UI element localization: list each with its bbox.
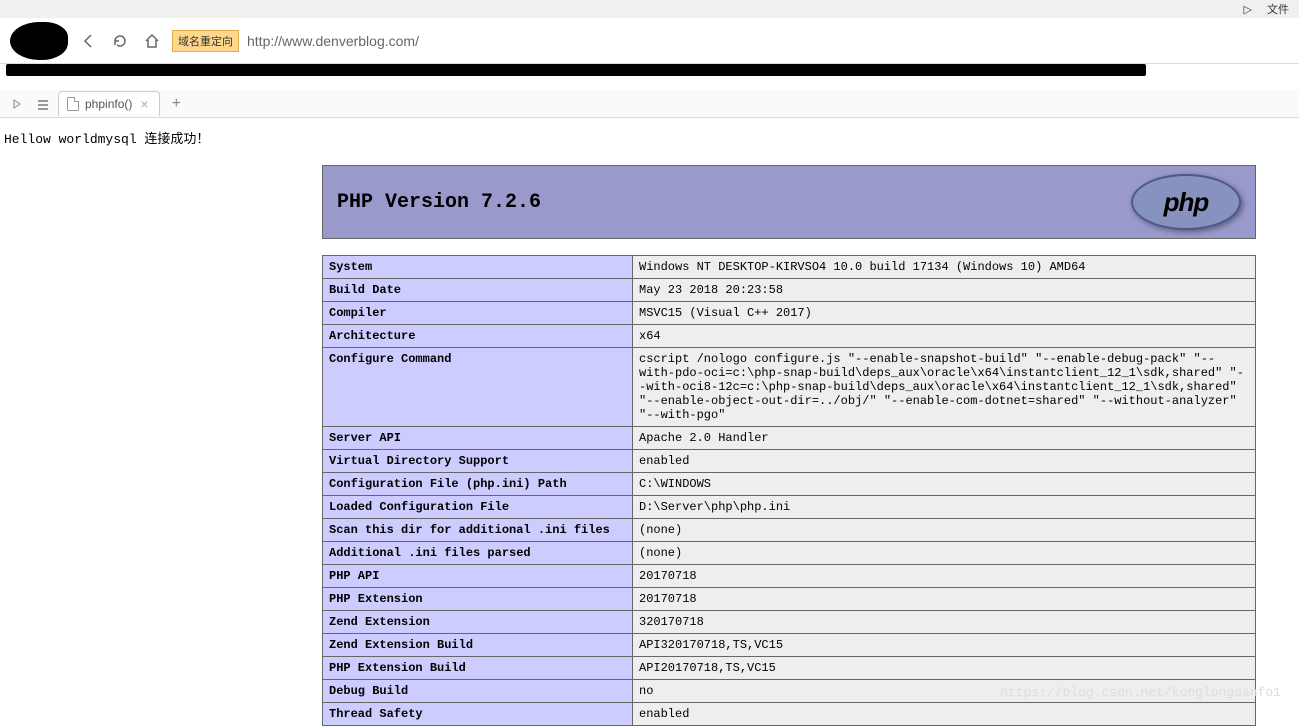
info-value: 20170718 bbox=[633, 565, 1256, 588]
table-row: Configuration File (php.ini) PathC:\WIND… bbox=[323, 473, 1256, 496]
info-value: May 23 2018 20:23:58 bbox=[633, 279, 1256, 302]
page-content: Hellow worldmysql 连接成功！ PHP Version 7.2.… bbox=[0, 118, 1299, 726]
top-menu-bar: ▷ 文件 bbox=[0, 0, 1299, 18]
php-logo: php bbox=[1131, 174, 1241, 230]
tab-bar: phpinfo() × + bbox=[0, 90, 1299, 118]
table-row: Architecturex64 bbox=[323, 325, 1256, 348]
table-row: Server APIApache 2.0 Handler bbox=[323, 427, 1256, 450]
info-key: Zend Extension bbox=[323, 611, 633, 634]
table-row: SystemWindows NT DESKTOP-KIRVSO4 10.0 bu… bbox=[323, 256, 1256, 279]
url-text[interactable]: http://www.denverblog.com/ bbox=[247, 33, 419, 49]
info-value: 320170718 bbox=[633, 611, 1256, 634]
watermark: https://blog.csdn.net/konglongdanfo1 bbox=[1000, 685, 1281, 700]
table-row: Additional .ini files parsed(none) bbox=[323, 542, 1256, 565]
tab-list-icon[interactable] bbox=[32, 93, 54, 115]
hello-text: Hellow worldmysql 连接成功！ bbox=[4, 128, 1299, 147]
phpinfo-table: SystemWindows NT DESKTOP-KIRVSO4 10.0 bu… bbox=[322, 255, 1256, 726]
info-key: Scan this dir for additional .ini files bbox=[323, 519, 633, 542]
url-redirect-badge: 域名重定向 bbox=[172, 30, 239, 52]
info-key: System bbox=[323, 256, 633, 279]
php-logo-text: php bbox=[1164, 187, 1209, 218]
info-value: (none) bbox=[633, 519, 1256, 542]
table-row: PHP API20170718 bbox=[323, 565, 1256, 588]
info-key: PHP API bbox=[323, 565, 633, 588]
info-key: Architecture bbox=[323, 325, 633, 348]
redacted-bar bbox=[6, 64, 1146, 76]
file-menu[interactable]: 文件 bbox=[1267, 1, 1289, 17]
info-key: Server API bbox=[323, 427, 633, 450]
info-value: 20170718 bbox=[633, 588, 1256, 611]
play-icon[interactable]: ▷ bbox=[1244, 3, 1252, 16]
phpinfo-container: PHP Version 7.2.6 php SystemWindows NT D… bbox=[322, 165, 1256, 726]
table-row: Scan this dir for additional .ini files(… bbox=[323, 519, 1256, 542]
reload-button[interactable] bbox=[108, 29, 132, 53]
info-value: D:\Server\php\php.ini bbox=[633, 496, 1256, 519]
info-key: Configure Command bbox=[323, 348, 633, 427]
tab-play-icon[interactable] bbox=[6, 93, 28, 115]
table-row: Loaded Configuration FileD:\Server\php\p… bbox=[323, 496, 1256, 519]
info-value: Windows NT DESKTOP-KIRVSO4 10.0 build 17… bbox=[633, 256, 1256, 279]
tab-phpinfo[interactable]: phpinfo() × bbox=[58, 91, 160, 116]
info-value: x64 bbox=[633, 325, 1256, 348]
php-header: PHP Version 7.2.6 php bbox=[322, 165, 1256, 239]
info-key: Build Date bbox=[323, 279, 633, 302]
info-value: MSVC15 (Visual C++ 2017) bbox=[633, 302, 1256, 325]
table-row: PHP Extension20170718 bbox=[323, 588, 1256, 611]
table-row: Configure Commandcscript /nologo configu… bbox=[323, 348, 1256, 427]
info-key: Compiler bbox=[323, 302, 633, 325]
table-row: Build DateMay 23 2018 20:23:58 bbox=[323, 279, 1256, 302]
table-row: PHP Extension BuildAPI20170718,TS,VC15 bbox=[323, 657, 1256, 680]
table-row: Zend Extension320170718 bbox=[323, 611, 1256, 634]
info-key: Zend Extension Build bbox=[323, 634, 633, 657]
info-key: Loaded Configuration File bbox=[323, 496, 633, 519]
back-button[interactable] bbox=[76, 29, 100, 53]
info-key: PHP Extension bbox=[323, 588, 633, 611]
info-value: API20170718,TS,VC15 bbox=[633, 657, 1256, 680]
info-key: Additional .ini files parsed bbox=[323, 542, 633, 565]
home-button[interactable] bbox=[140, 29, 164, 53]
info-key: PHP Extension Build bbox=[323, 657, 633, 680]
page-icon bbox=[67, 97, 79, 111]
table-row: CompilerMSVC15 (Visual C++ 2017) bbox=[323, 302, 1256, 325]
php-version-title: PHP Version 7.2.6 bbox=[337, 191, 541, 214]
info-value: enabled bbox=[633, 450, 1256, 473]
info-value: C:\WINDOWS bbox=[633, 473, 1256, 496]
tab-title: phpinfo() bbox=[85, 97, 132, 111]
table-row: Virtual Directory Supportenabled bbox=[323, 450, 1256, 473]
table-row: Zend Extension BuildAPI320170718,TS,VC15 bbox=[323, 634, 1256, 657]
browser-toolbar: 域名重定向 http://www.denverblog.com/ bbox=[0, 18, 1299, 64]
browser-logo bbox=[10, 22, 68, 60]
info-value: Apache 2.0 Handler bbox=[633, 427, 1256, 450]
info-value: API320170718,TS,VC15 bbox=[633, 634, 1256, 657]
add-tab-button[interactable]: + bbox=[164, 95, 189, 113]
info-key: Configuration File (php.ini) Path bbox=[323, 473, 633, 496]
info-value: cscript /nologo configure.js "--enable-s… bbox=[633, 348, 1256, 427]
close-icon[interactable]: × bbox=[138, 96, 150, 112]
info-key: Debug Build bbox=[323, 680, 633, 703]
info-value: (none) bbox=[633, 542, 1256, 565]
info-key: Virtual Directory Support bbox=[323, 450, 633, 473]
